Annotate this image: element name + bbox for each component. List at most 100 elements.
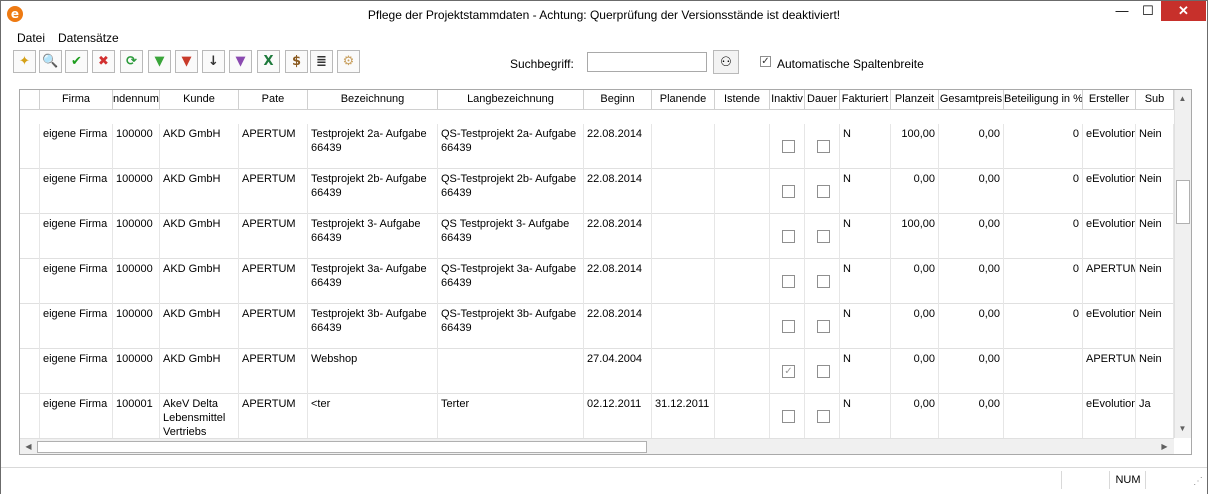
cell-beginn[interactable]: 22.08.2014 bbox=[584, 214, 652, 259]
filter-button[interactable]: ▼ bbox=[148, 50, 171, 73]
cell-planzeit[interactable]: 100,00 bbox=[891, 124, 939, 169]
cell-sub[interactable]: Nein bbox=[1136, 304, 1174, 349]
inaktiv-checkbox[interactable] bbox=[782, 320, 795, 333]
dauer-checkbox[interactable] bbox=[817, 365, 830, 378]
new-button[interactable]: ✦ bbox=[13, 50, 36, 73]
cell-beginn[interactable]: 22.08.2014 bbox=[584, 259, 652, 304]
cell-planende[interactable] bbox=[652, 169, 715, 214]
table-row[interactable]: eigene Firma 100000 AKD GmbH APERTUM Testpro… bbox=[20, 304, 1174, 349]
cell-bez[interactable]: Testprojekt 2b- Aufgabe 66439 bbox=[308, 169, 438, 214]
cell-istende[interactable] bbox=[715, 169, 770, 214]
cell-istende[interactable] bbox=[715, 394, 770, 439]
horizontal-scroll-thumb[interactable] bbox=[37, 441, 647, 453]
resize-grip-icon[interactable]: ⋰ bbox=[1193, 476, 1203, 487]
cell-planzeit[interactable]: 0,00 bbox=[891, 394, 939, 439]
cell-pate[interactable]: APERTUM bbox=[239, 169, 308, 214]
settings-button[interactable]: ⚙ bbox=[337, 50, 360, 73]
table-row[interactable]: eigene Firma 100000 AKD GmbH APERTUM Testpro… bbox=[20, 169, 1174, 214]
cell-fakt[interactable]: N bbox=[840, 124, 891, 169]
inaktiv-checkbox[interactable] bbox=[782, 230, 795, 243]
cell-planzeit[interactable]: 100,00 bbox=[891, 214, 939, 259]
remove-filter-button[interactable]: ▼ bbox=[175, 50, 198, 73]
cell-pate[interactable]: APERTUM bbox=[239, 349, 308, 394]
scroll-up-arrow-icon[interactable]: ▲ bbox=[1175, 91, 1190, 106]
cell-beginn[interactable]: 22.08.2014 bbox=[584, 169, 652, 214]
cell-nr[interactable]: 100001 bbox=[113, 394, 160, 439]
cell-planende[interactable] bbox=[652, 124, 715, 169]
binoculars-search-button[interactable]: ⚇ bbox=[713, 50, 739, 74]
column-header-bez[interactable]: Bezeichnung bbox=[308, 90, 438, 110]
cell-pate[interactable]: APERTUM bbox=[239, 259, 308, 304]
cell-beteil[interactable]: 0 bbox=[1004, 259, 1083, 304]
cell-pate[interactable]: APERTUM bbox=[239, 304, 308, 349]
cell-kunde[interactable]: AKD GmbH bbox=[160, 259, 239, 304]
cell-beteil[interactable]: 0 bbox=[1004, 214, 1083, 259]
table-row[interactable]: eigene Firma 100000 AKD GmbH APERTUM Testpro… bbox=[20, 214, 1174, 259]
table-row[interactable]: eigene Firma 100000 AKD GmbH APERTUM Testpro… bbox=[20, 124, 1174, 169]
inaktiv-checkbox[interactable]: ✓ bbox=[782, 365, 795, 378]
row-selector[interactable] bbox=[20, 214, 40, 259]
cell-ersteller[interactable]: eEvolution bbox=[1083, 124, 1136, 169]
cell-beginn[interactable]: 02.12.2011 bbox=[584, 394, 652, 439]
cell-lang[interactable]: QS-Testprojekt 2b- Aufgabe 66439 bbox=[438, 169, 584, 214]
dauer-checkbox[interactable] bbox=[817, 185, 830, 198]
cell-ersteller[interactable]: eEvolution bbox=[1083, 394, 1136, 439]
cell-planende[interactable] bbox=[652, 259, 715, 304]
cell-planzeit[interactable]: 0,00 bbox=[891, 259, 939, 304]
cell-lang[interactable]: QS Testprojekt 3- Aufgabe 66439 bbox=[438, 214, 584, 259]
cell-gesamt[interactable]: 0,00 bbox=[939, 304, 1004, 349]
cell-kunde[interactable]: AKD GmbH bbox=[160, 169, 239, 214]
cell-planende[interactable] bbox=[652, 349, 715, 394]
scroll-left-arrow-icon[interactable]: ◀ bbox=[21, 439, 36, 454]
scroll-right-arrow-icon[interactable]: ▶ bbox=[1157, 439, 1172, 454]
cell-lang[interactable]: QS-Testprojekt 3a- Aufgabe 66439 bbox=[438, 259, 584, 304]
cell-fakt[interactable]: N bbox=[840, 394, 891, 439]
cell-beginn[interactable]: 27.04.2004 bbox=[584, 349, 652, 394]
cell-planende[interactable] bbox=[652, 214, 715, 259]
vertical-scroll-thumb[interactable] bbox=[1176, 180, 1190, 224]
cell-pate[interactable]: APERTUM bbox=[239, 394, 308, 439]
inaktiv-checkbox[interactable] bbox=[782, 185, 795, 198]
cell-firma[interactable]: eigene Firma bbox=[40, 394, 113, 439]
cell-ersteller[interactable]: eEvolution bbox=[1083, 169, 1136, 214]
cell-beteil[interactable]: 0 bbox=[1004, 304, 1083, 349]
column-header-nr[interactable]: ndennumn bbox=[113, 90, 160, 110]
cell-pate[interactable]: APERTUM bbox=[239, 124, 308, 169]
column-header-planzeit[interactable]: Planzeit bbox=[891, 90, 939, 110]
row-selector[interactable] bbox=[20, 124, 40, 169]
cell-gesamt[interactable]: 0,00 bbox=[939, 124, 1004, 169]
row-selector[interactable] bbox=[20, 169, 40, 214]
cell-lang[interactable]: Terter bbox=[438, 394, 584, 439]
check-button[interactable]: ✔ bbox=[65, 50, 88, 73]
cell-ersteller[interactable]: eEvolution bbox=[1083, 214, 1136, 259]
cell-sub[interactable]: Nein bbox=[1136, 214, 1174, 259]
inaktiv-checkbox[interactable] bbox=[782, 275, 795, 288]
vertical-scrollbar[interactable]: ▲ ▼ bbox=[1174, 90, 1191, 438]
cell-beteil[interactable]: 0 bbox=[1004, 169, 1083, 214]
cell-fakt[interactable]: N bbox=[840, 349, 891, 394]
cell-lang[interactable]: QS-Testprojekt 2a- Aufgabe 66439 bbox=[438, 124, 584, 169]
table-row[interactable]: eigene Firma 100001 AkeV Delta Lebensmitte… bbox=[20, 394, 1174, 439]
cell-beteil[interactable]: 0 bbox=[1004, 124, 1083, 169]
cell-nr[interactable]: 100000 bbox=[113, 169, 160, 214]
column-header-gesamt[interactable]: Gesamtpreis bbox=[939, 90, 1004, 110]
cell-fakt[interactable]: N bbox=[840, 214, 891, 259]
refresh-button[interactable]: ⟳ bbox=[120, 50, 143, 73]
column-header-planende[interactable]: Planende bbox=[652, 90, 715, 110]
cell-pate[interactable]: APERTUM bbox=[239, 214, 308, 259]
cell-nr[interactable]: 100000 bbox=[113, 349, 160, 394]
column-header-inaktiv[interactable]: Inaktiv bbox=[770, 90, 805, 110]
cell-istende[interactable] bbox=[715, 214, 770, 259]
minimize-button[interactable]: — bbox=[1109, 1, 1135, 21]
cell-gesamt[interactable]: 0,00 bbox=[939, 169, 1004, 214]
column-header-firma[interactable]: Firma bbox=[40, 90, 113, 110]
cell-kunde[interactable]: AKD GmbH bbox=[160, 349, 239, 394]
dauer-checkbox[interactable] bbox=[817, 410, 830, 423]
cell-lang[interactable]: QS-Testprojekt 3b- Aufgabe 66439 bbox=[438, 304, 584, 349]
cell-gesamt[interactable]: 0,00 bbox=[939, 259, 1004, 304]
cell-istende[interactable] bbox=[715, 259, 770, 304]
cell-ersteller[interactable]: APERTUM bbox=[1083, 259, 1136, 304]
cell-kunde[interactable]: AkeV Delta Lebensmittel Vertriebs bbox=[160, 394, 239, 439]
cell-firma[interactable]: eigene Firma bbox=[40, 169, 113, 214]
cell-gesamt[interactable]: 0,00 bbox=[939, 214, 1004, 259]
